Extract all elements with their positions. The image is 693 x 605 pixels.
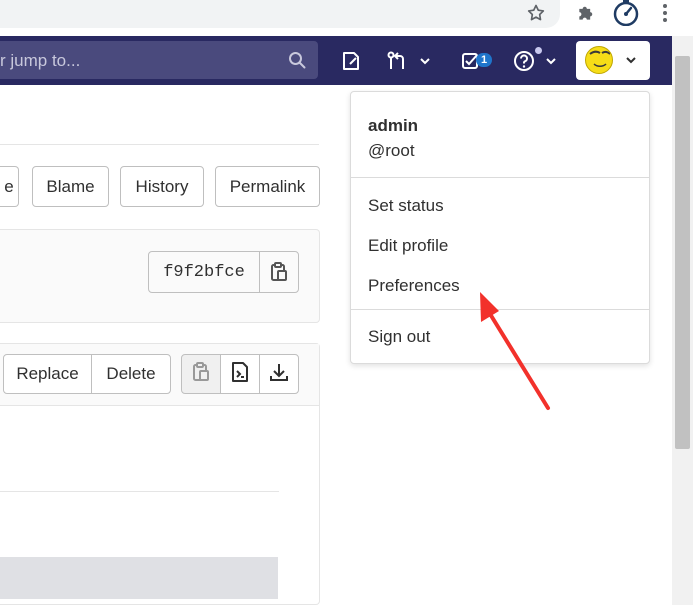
download-icon — [269, 362, 289, 387]
copy-icon — [192, 361, 210, 387]
edit-button[interactable]: e — [0, 166, 19, 207]
user-dropdown-menu: admin @root Set status Edit profile Pref… — [350, 91, 650, 364]
star-icon[interactable] — [524, 0, 548, 26]
chevron-down-icon — [625, 53, 637, 71]
copy-sha-icon[interactable] — [260, 252, 298, 292]
address-bar[interactable] — [0, 0, 560, 28]
issues-icon[interactable] — [337, 36, 365, 85]
kebab-menu-icon[interactable] — [657, 0, 673, 26]
download-button[interactable] — [259, 354, 299, 394]
delete-button[interactable]: Delete — [91, 354, 171, 394]
search-placeholder: r jump to... — [0, 51, 81, 70]
set-status-item[interactable]: Set status — [368, 196, 444, 216]
puzzle-icon[interactable] — [573, 0, 599, 26]
notification-dot — [533, 45, 544, 56]
history-button[interactable]: History — [120, 166, 204, 207]
copy-contents-button[interactable] — [181, 354, 221, 394]
edit-profile-item[interactable]: Edit profile — [368, 236, 448, 256]
content-bar — [0, 557, 278, 599]
user-name: admin — [368, 116, 419, 135]
user-menu-button[interactable] — [576, 41, 650, 80]
search-icon — [288, 51, 306, 74]
preferences-item[interactable]: Preferences — [368, 276, 460, 296]
divider — [0, 144, 319, 145]
avatar — [585, 46, 613, 74]
sign-out-item[interactable]: Sign out — [368, 327, 430, 347]
commit-sha[interactable]: f9f2bfce — [149, 252, 260, 292]
page-scrollbar[interactable] — [672, 36, 693, 605]
menu-divider — [351, 177, 649, 178]
open-raw-button[interactable] — [220, 354, 260, 394]
menu-divider — [351, 309, 649, 310]
help-dropdown[interactable] — [512, 36, 560, 85]
todos-count-badge: 1 — [476, 53, 492, 67]
merge-requests-dropdown[interactable] — [385, 36, 433, 85]
user-username: @root — [368, 141, 415, 160]
blame-button[interactable]: Blame — [32, 166, 109, 207]
file-code-icon — [231, 361, 249, 387]
scrollbar-thumb[interactable] — [675, 56, 690, 449]
replace-button[interactable]: Replace — [3, 354, 92, 394]
top-navbar: r jump to... 1 — [0, 36, 672, 85]
permalink-button[interactable]: Permalink — [215, 166, 320, 207]
commit-sha-group: f9f2bfce — [148, 251, 299, 293]
search-input[interactable]: r jump to... — [0, 41, 318, 79]
browser-toolbar — [0, 0, 693, 36]
content-divider — [0, 491, 279, 492]
stopwatch-icon[interactable] — [611, 0, 641, 26]
